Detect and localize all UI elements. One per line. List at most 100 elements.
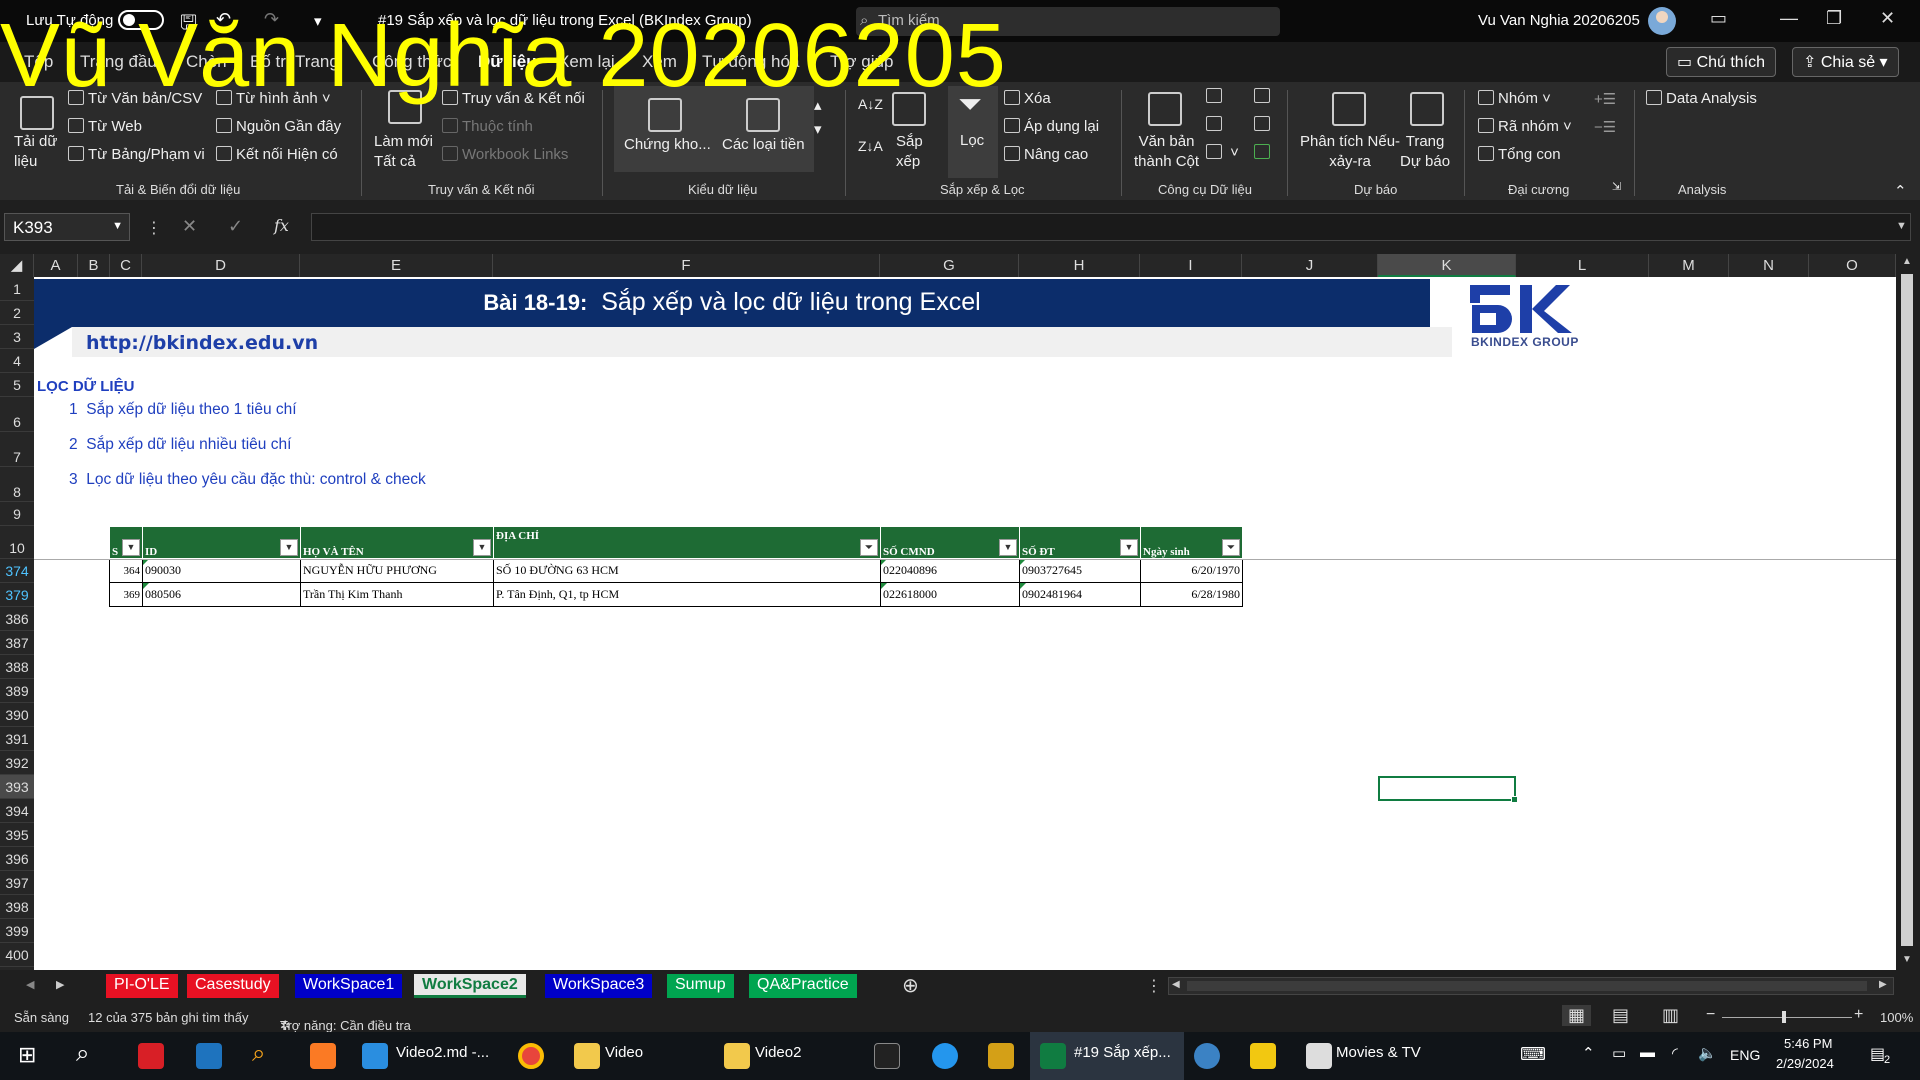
sheet-tab[interactable]: QA&Practice [749,974,857,998]
table-cell[interactable]: 090030 [142,558,301,583]
properties-button[interactable]: Thuộc tính [442,118,533,135]
taskbar-item-excel[interactable]: #19 Sắp xếp... [1074,1044,1171,1061]
column-header[interactable]: C [110,254,142,277]
vscode-icon[interactable] [362,1043,388,1069]
row-header[interactable]: 4 [0,349,34,373]
column-header[interactable]: I [1140,254,1242,277]
tab-help[interactable]: Trợ giúp [830,52,893,72]
tab-data[interactable]: Dữ liệu [478,52,537,72]
relationships-icon[interactable] [1254,116,1274,133]
vertical-scrollbar[interactable]: ▲ ▼ [1896,254,1920,970]
tab-splitter-icon[interactable]: ⋮ [1146,976,1162,996]
undo-icon[interactable]: ↶ [216,9,231,30]
row-header[interactable]: 9 [0,502,34,526]
group-button[interactable]: Nhóm ˅ [1478,90,1551,107]
tab-file[interactable]: Tệp [24,52,53,72]
row-header[interactable]: 397 [0,871,34,895]
gallery-up-icon[interactable]: ▴ [814,96,822,114]
taskbar-item-vscode[interactable]: Video2.md -... [396,1044,489,1061]
powerbi-icon[interactable] [1250,1043,1276,1069]
tab-home[interactable]: Trang đầu [80,52,157,72]
from-text-button[interactable]: Từ Văn bản/CSV [68,90,202,107]
from-web-button[interactable]: Từ Web [68,118,142,135]
queries-connections-button[interactable]: Truy vấn & Kết nối [442,90,585,107]
scroll-up-icon[interactable]: ▲ [1902,256,1912,267]
ungroup-button[interactable]: Rã nhóm ˅ [1478,118,1572,135]
horizontal-scrollbar[interactable]: ◀ ▶ [1168,977,1894,995]
language-indicator[interactable]: ENG [1730,1047,1760,1063]
zoom-in-icon[interactable]: + [1854,1006,1863,1024]
row-header[interactable]: 2 [0,301,34,325]
advanced-button[interactable]: Nâng cao [1004,146,1088,163]
row-header[interactable]: 390 [0,703,34,727]
sheet-tab[interactable]: WorkSpace3 [545,974,653,998]
more-icon[interactable]: ⋮ [146,218,162,238]
sheet-tab[interactable]: Sumup [667,974,734,998]
filter-dropdown-icon[interactable]: ▼ [280,539,298,556]
column-header[interactable]: H [1019,254,1140,277]
app-icon[interactable] [988,1043,1014,1069]
gallery-more-icon[interactable]: ▾ [814,120,822,138]
column-header[interactable]: F [493,254,880,277]
table-cell[interactable]: Trần Thị Kim Thanh [300,582,494,607]
row-header[interactable]: 392 [0,751,34,775]
clear-button[interactable]: Xóa [1004,90,1051,107]
clock-date[interactable]: 2/29/2024 [1776,1056,1834,1071]
row-header[interactable]: 386 [0,607,34,631]
taskbar-item-movies[interactable]: Movies & TV [1336,1044,1421,1061]
column-header[interactable]: N [1729,254,1809,277]
collapse-ribbon-icon[interactable]: ⌃ [1894,182,1907,200]
taskbar-item-folder[interactable]: Video2 [755,1044,801,1061]
tray-chevron-icon[interactable]: ⌃ [1582,1044,1595,1062]
currencies-button[interactable]: Các loại tiền [722,136,805,153]
row-header[interactable]: 399 [0,919,34,943]
redo-icon[interactable]: ↷ [264,9,279,30]
windows-start-icon[interactable]: ⊞ [18,1042,36,1068]
row-header[interactable]: 8 [0,467,34,502]
row-header[interactable]: 395 [0,823,34,847]
filter-dropdown-icon[interactable]: ▼ [999,539,1017,556]
column-header[interactable]: E [300,254,493,277]
search-icon[interactable]: ⌕ [76,1040,89,1068]
tab-view[interactable]: Xem [642,52,677,72]
existing-connections-button[interactable]: Kết nối Hiện có [216,146,338,163]
row-header[interactable]: 10 [0,526,34,559]
tab-automate[interactable]: Tự động hóa [702,52,799,72]
column-header[interactable]: B [78,254,110,277]
table-cell[interactable]: 364 [109,558,143,583]
scroll-left-icon[interactable]: ◀ [1172,979,1180,990]
table-cell[interactable]: NGUYỄN HỮU PHƯƠNG [300,558,494,583]
row-header[interactable]: 389 [0,679,34,703]
expand-formula-icon[interactable]: ▼ [1896,220,1907,232]
tab-insert[interactable]: Chèn [186,52,227,72]
consolidate-icon[interactable] [1254,88,1274,105]
battery-icon[interactable]: ▬ [1640,1044,1655,1061]
active-cell-selection[interactable] [1378,776,1518,803]
excel-icon[interactable] [1040,1043,1066,1069]
folder-icon[interactable] [724,1043,750,1069]
ribbon-display-icon[interactable]: ▭ [1710,8,1727,29]
sheet-tab[interactable]: PI-O'LE [106,974,178,998]
page-break-view-icon[interactable]: ▥ [1662,1005,1679,1026]
cancel-icon[interactable]: ✕ [182,216,197,237]
movies-icon[interactable] [1306,1043,1332,1069]
column-header[interactable]: D [142,254,300,277]
row-header-selected[interactable]: 393 [0,775,34,799]
enter-icon[interactable]: ✓ [228,216,243,237]
comments-button[interactable]: ▭ Chú thích [1666,47,1777,77]
row-header[interactable]: 5 [0,373,34,397]
flash-fill-icon[interactable] [1206,88,1226,105]
clock-time[interactable]: 5:46 PM [1784,1036,1832,1051]
worksheet-grid[interactable]: Bài 18-19: Sắp xếp và lọc dữ liệu trong … [34,277,1896,970]
row-header[interactable]: 398 [0,895,34,919]
data-validation-icon[interactable]: ˅ [1206,144,1239,161]
app-icon[interactable] [196,1043,222,1069]
autosave-toggle[interactable] [118,10,164,30]
filter-dropdown-icon[interactable]: ▼ [1120,539,1138,556]
data-model-icon[interactable] [1254,144,1274,161]
share-button[interactable]: ⇪ Chia sẻ ▾ [1792,47,1899,77]
name-box-dropdown-icon[interactable]: ▼ [112,220,123,232]
row-header[interactable]: 6 [0,397,34,432]
get-data-button[interactable]: Tải dữ liệu [14,132,57,172]
from-picture-button[interactable]: Từ hình ảnh ˅ [216,90,331,107]
